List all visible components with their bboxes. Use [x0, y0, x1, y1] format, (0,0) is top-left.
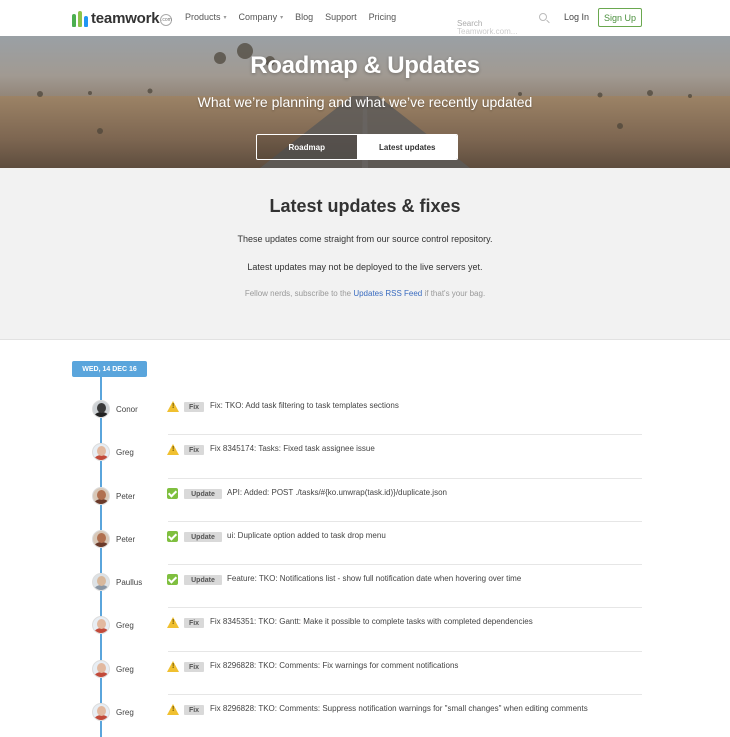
brand-name: teamwork	[91, 9, 160, 27]
nav-item-label: Pricing	[368, 12, 397, 22]
update-message: Fix: TKO: Add task filtering to task tem…	[210, 401, 399, 410]
avatar[interactable]	[92, 530, 110, 548]
author-name: Greg	[116, 448, 134, 457]
update-message: Fix 8296828: TKO: Comments: Suppress not…	[210, 704, 588, 713]
search-ghost-text: Teamwork.com...	[457, 27, 518, 36]
tab-latest-updates[interactable]: Latest updates	[357, 135, 457, 159]
row-divider	[168, 478, 642, 479]
intro-text-2: Latest updates may not be deployed to th…	[247, 262, 483, 272]
search-icon[interactable]	[539, 13, 547, 21]
avatar[interactable]	[92, 487, 110, 505]
update-message: Fix 8296828: TKO: Comments: Fix warnings…	[210, 661, 459, 670]
warning-icon	[167, 444, 179, 455]
update-row: Greg Fix Fix 8345351: TKO: Gantt: Make it …	[0, 607, 730, 651]
nav-item-label: Support	[325, 12, 357, 22]
nav-item-support[interactable]: Support	[325, 12, 357, 22]
fix-badge: Fix	[184, 662, 204, 672]
avatar[interactable]	[92, 703, 110, 721]
row-divider	[168, 434, 642, 435]
row-divider	[168, 651, 642, 652]
warning-icon	[167, 617, 179, 628]
row-divider	[168, 694, 642, 695]
update-message: API: Added: POST ./tasks/#{ko.unwrap(tas…	[227, 488, 447, 497]
checkmark-icon	[167, 488, 178, 499]
update-row: Greg Fix Fix 8345174: Tasks: Fixed task as…	[0, 434, 730, 478]
page-title: Roadmap & Updates	[250, 52, 480, 79]
avatar[interactable]	[92, 616, 110, 634]
update-badge: Update	[184, 489, 222, 499]
fix-badge: Fix	[184, 445, 204, 455]
avatar[interactable]	[92, 573, 110, 591]
update-row: Peter Update API: Added: POST ./tasks/#{ko…	[0, 478, 730, 522]
update-message: Fix 8345174: Tasks: Fixed task assignee …	[210, 444, 375, 453]
logo-icon	[72, 9, 88, 27]
login-link[interactable]: Log In	[564, 12, 589, 22]
update-message: Feature: TKO: Notifications list - show …	[227, 574, 522, 583]
page-subtitle: What we’re planning and what we’ve recen…	[197, 94, 533, 110]
update-message: ui: Duplicate option added to task drop …	[227, 531, 386, 540]
author-name: Greg	[116, 708, 134, 717]
row-divider	[168, 521, 642, 522]
chevron-down-icon: ▾	[280, 14, 284, 21]
author-name: Paullus	[116, 578, 143, 587]
signup-button[interactable]: Sign Up	[598, 8, 642, 27]
view-tabs: Roadmap Latest updates	[256, 134, 458, 160]
warning-icon	[167, 661, 179, 672]
date-badge: WED, 14 DEC 16	[72, 361, 147, 377]
author-name: Peter	[116, 535, 136, 544]
author-name: Peter	[116, 492, 136, 501]
nav-item-pricing[interactable]: Pricing	[369, 12, 397, 22]
author-name: Greg	[116, 621, 134, 630]
avatar[interactable]	[92, 400, 110, 418]
update-row: Peter Update ui: Duplicate option added to…	[0, 521, 730, 565]
nav-item-products[interactable]: Products ▾	[185, 12, 227, 22]
update-row: Greg Fix Fix 8296828: TKO: Comments: Fix w…	[0, 651, 730, 695]
row-divider	[168, 607, 642, 608]
rss-note: Fellow nerds, subscribe to the Updates R…	[0, 289, 730, 298]
update-row: Paullus Update Feature: TKO: Notifications…	[0, 564, 730, 608]
section-heading: Latest updates & fixes	[269, 196, 461, 216]
warning-icon	[167, 401, 179, 412]
row-divider	[168, 564, 642, 565]
author-name: Conor	[116, 405, 138, 414]
update-row: Conor Fix Fix: TKO: Add task filtering to …	[0, 392, 730, 435]
nav-item-company[interactable]: Company ▾	[239, 12, 284, 22]
fix-badge: Fix	[184, 705, 204, 715]
fix-badge: Fix	[184, 618, 204, 628]
author-name: Greg	[116, 665, 134, 674]
avatar[interactable]	[92, 660, 110, 678]
nav-item-label: Products	[185, 12, 221, 22]
nav-item-label: Company	[238, 12, 278, 22]
chevron-down-icon: ▾	[223, 14, 227, 21]
rss-feed-link[interactable]: Updates RSS Feed	[353, 289, 422, 298]
checkmark-icon	[167, 531, 178, 542]
main-menu: Products ▾ Company ▾ Blog Support Pricing	[185, 12, 396, 22]
teamwork-logo[interactable]: teamwork .com	[72, 8, 173, 28]
fix-badge: Fix	[184, 402, 204, 412]
update-row: Greg Fix Fix 8296828: TKO: Comments: Suppr…	[0, 694, 730, 737]
update-badge: Update	[184, 532, 222, 542]
tab-roadmap[interactable]: Roadmap	[257, 135, 358, 159]
brand-suffix: .com	[160, 14, 173, 26]
avatar[interactable]	[92, 443, 110, 461]
checkmark-icon	[167, 574, 178, 585]
update-badge: Update	[184, 575, 222, 585]
intro-section: Latest updates & fixes These updates com…	[0, 168, 730, 340]
nav-item-label: Blog	[295, 12, 314, 22]
rss-suffix: if that's your bag.	[422, 289, 486, 298]
intro-text-1: These updates come straight from our sou…	[237, 234, 493, 244]
warning-icon	[167, 704, 179, 715]
search-box: Teamwork.com...	[457, 13, 549, 36]
rss-prefix: Fellow nerds, subscribe to the	[244, 289, 354, 298]
nav-item-blog[interactable]: Blog	[295, 12, 313, 22]
hero-banner: Roadmap & Updates What we’re planning an…	[0, 36, 730, 168]
update-message: Fix 8345351: TKO: Gantt: Make it possibl…	[210, 617, 533, 626]
top-nav: teamwork .com Products ▾ Company ▾ Blog Su…	[0, 0, 730, 36]
